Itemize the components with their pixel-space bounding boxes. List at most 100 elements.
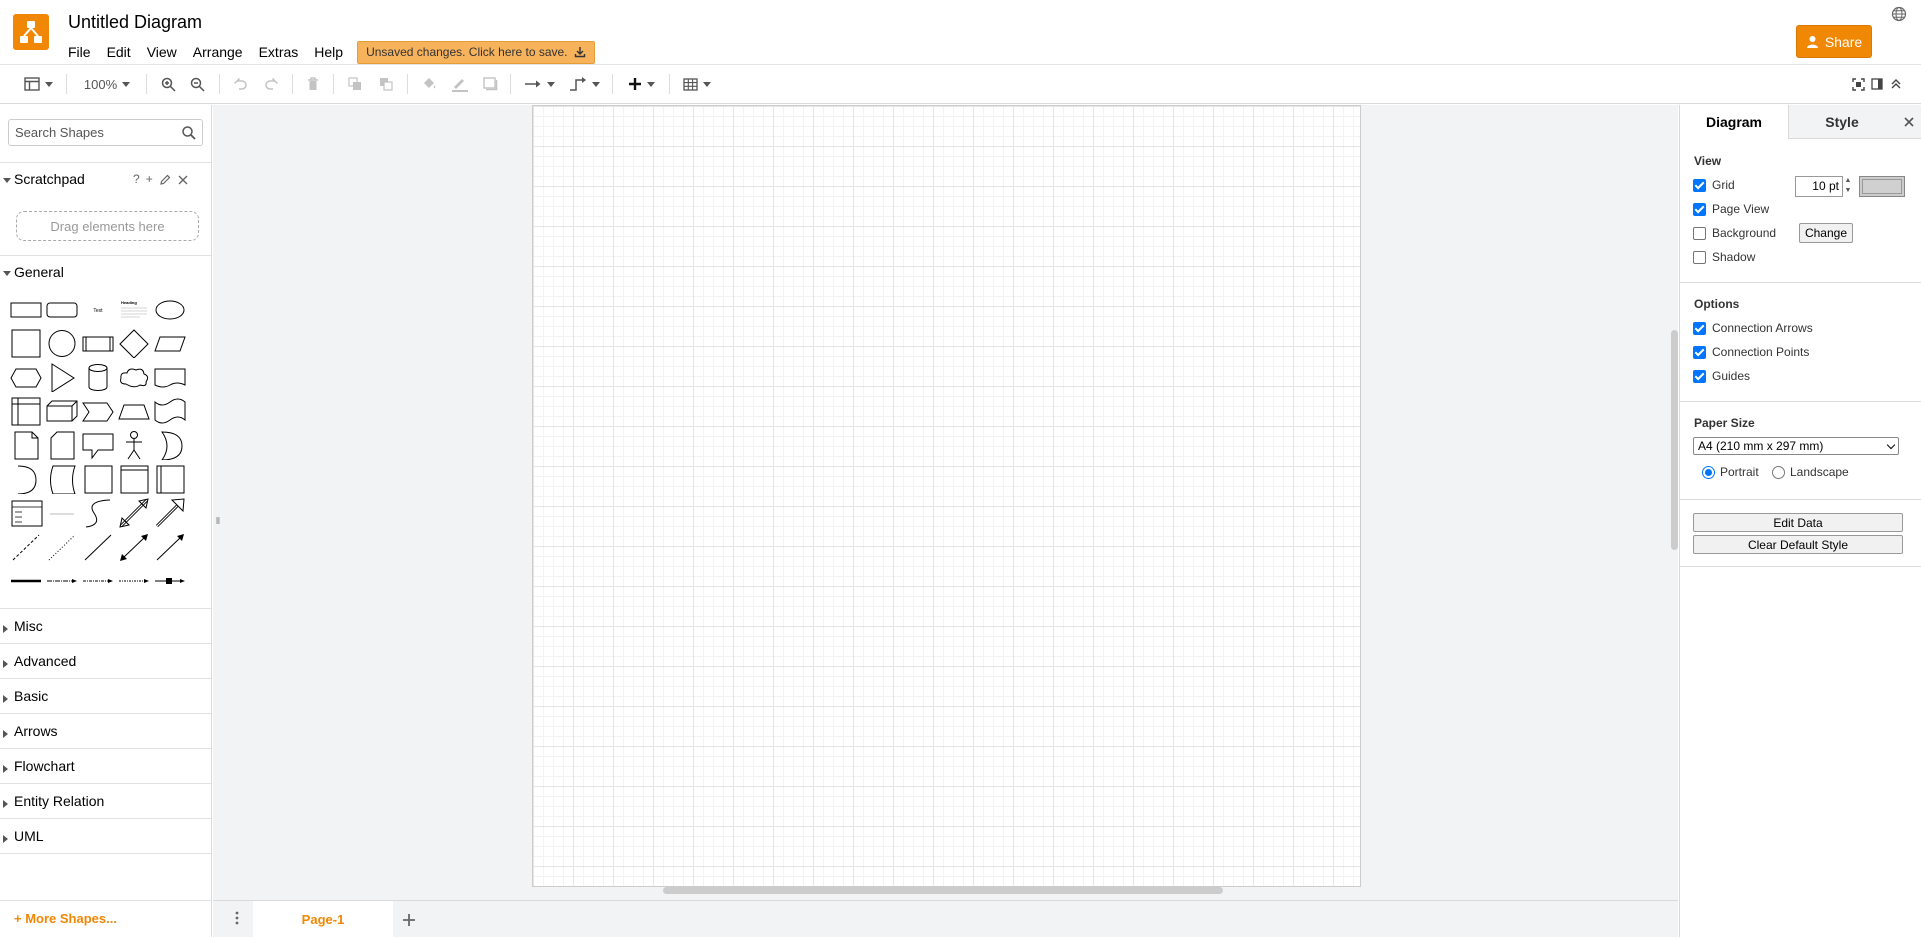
globe-icon[interactable] bbox=[1891, 6, 1907, 22]
fullscreen-button[interactable] bbox=[1850, 73, 1866, 95]
to-back-button[interactable] bbox=[376, 73, 396, 95]
flowchart-toggle-icon[interactable] bbox=[3, 765, 8, 773]
list-shape[interactable] bbox=[8, 498, 44, 528]
horizontal-scrollbar[interactable] bbox=[663, 887, 1223, 894]
share-button[interactable]: Share bbox=[1796, 25, 1872, 58]
connection-arrows-option[interactable]: Connection Arrows bbox=[1693, 321, 1813, 335]
paper-size-select[interactable]: A4 (210 mm x 297 mm) bbox=[1693, 437, 1899, 455]
scratchpad-add-icon[interactable]: + bbox=[146, 172, 153, 186]
note-shape[interactable] bbox=[8, 430, 44, 460]
data-storage-shape[interactable] bbox=[44, 464, 80, 494]
grid-checkbox[interactable] bbox=[1693, 178, 1706, 192]
directional-connector-shape[interactable] bbox=[152, 532, 188, 562]
horizontal-container-shape[interactable] bbox=[152, 464, 188, 494]
bidirectional-arrow-shape[interactable] bbox=[116, 498, 152, 528]
landscape-option[interactable]: Landscape bbox=[1772, 465, 1849, 479]
actor-shape[interactable] bbox=[116, 430, 152, 460]
background-option[interactable]: Background bbox=[1693, 226, 1776, 240]
diagram-canvas[interactable] bbox=[213, 105, 1678, 900]
delete-button[interactable] bbox=[303, 73, 323, 95]
dotted-line-shape[interactable] bbox=[44, 532, 80, 562]
fill-color-button[interactable] bbox=[419, 73, 439, 95]
page-tab[interactable]: Page-1 bbox=[253, 901, 393, 938]
entity-relation-toggle-icon[interactable] bbox=[3, 800, 8, 808]
tab-diagram[interactable]: Diagram bbox=[1680, 105, 1788, 139]
page-view-option[interactable]: Page View bbox=[1693, 202, 1769, 216]
shadow-checkbox[interactable] bbox=[1693, 250, 1706, 264]
redo-button[interactable] bbox=[261, 73, 281, 95]
scratchpad-toggle-icon[interactable] bbox=[3, 178, 11, 183]
format-panel-toggle[interactable] bbox=[1869, 73, 1885, 95]
tape-shape[interactable] bbox=[152, 396, 188, 426]
vertical-scrollbar[interactable] bbox=[1671, 330, 1678, 550]
zoom-out-button[interactable] bbox=[187, 73, 207, 95]
app-logo[interactable] bbox=[13, 14, 49, 50]
diamond-shape[interactable] bbox=[116, 328, 152, 358]
trapezoid-shape[interactable] bbox=[116, 396, 152, 426]
to-front-button[interactable] bbox=[345, 73, 365, 95]
container-shape[interactable] bbox=[80, 464, 116, 494]
advanced-toggle-icon[interactable] bbox=[3, 660, 8, 668]
document-title[interactable]: Untitled Diagram bbox=[68, 12, 202, 33]
section-uml[interactable]: UML bbox=[14, 828, 44, 844]
section-arrows[interactable]: Arrows bbox=[14, 723, 58, 739]
section-misc[interactable]: Misc bbox=[14, 618, 43, 634]
unsaved-changes-button[interactable]: Unsaved changes. Click here to save. bbox=[357, 40, 595, 64]
scratchpad-drop-zone[interactable]: Drag elements here bbox=[16, 211, 199, 241]
arrow-shape[interactable] bbox=[152, 498, 188, 528]
scratchpad-close-icon[interactable] bbox=[177, 174, 189, 186]
square-shape[interactable] bbox=[8, 328, 44, 358]
ellipse-shape[interactable] bbox=[152, 294, 188, 324]
basic-toggle-icon[interactable] bbox=[3, 695, 8, 703]
clear-default-style-button[interactable]: Clear Default Style bbox=[1693, 535, 1903, 554]
connection-points-option[interactable]: Connection Points bbox=[1693, 345, 1809, 359]
menu-file[interactable]: File bbox=[60, 41, 99, 63]
line-color-button[interactable] bbox=[449, 73, 471, 95]
portrait-option[interactable]: Portrait bbox=[1702, 465, 1759, 479]
scratchpad-help-icon[interactable]: ? bbox=[133, 172, 140, 186]
connector-with-label-shape[interactable] bbox=[44, 566, 80, 596]
document-shape[interactable] bbox=[152, 362, 188, 392]
section-advanced[interactable]: Advanced bbox=[14, 653, 76, 669]
delay-shape[interactable] bbox=[8, 464, 44, 494]
grid-option[interactable]: Grid bbox=[1693, 178, 1735, 192]
menu-edit[interactable]: Edit bbox=[99, 41, 139, 63]
add-page-icon[interactable] bbox=[402, 913, 416, 927]
view-panels-button[interactable] bbox=[20, 73, 56, 95]
connection-style-button[interactable] bbox=[522, 73, 556, 95]
internal-storage-shape[interactable] bbox=[8, 396, 44, 426]
zoom-dropdown[interactable]: 100% bbox=[80, 73, 134, 95]
scratchpad-edit-icon[interactable] bbox=[159, 174, 171, 186]
callout-shape[interactable] bbox=[80, 430, 116, 460]
zoom-in-button[interactable] bbox=[158, 73, 178, 95]
background-checkbox[interactable] bbox=[1693, 226, 1706, 240]
menu-arrange[interactable]: Arrange bbox=[185, 41, 251, 63]
bidirectional-connector-shape[interactable] bbox=[116, 532, 152, 562]
process-shape[interactable] bbox=[80, 328, 116, 358]
insert-button[interactable] bbox=[624, 73, 658, 95]
menu-help[interactable]: Help bbox=[306, 41, 351, 63]
rectangle-shape[interactable] bbox=[8, 294, 44, 324]
portrait-radio[interactable] bbox=[1702, 465, 1715, 479]
curve-shape[interactable] bbox=[80, 498, 116, 528]
table-button[interactable] bbox=[680, 73, 714, 95]
rounded-rectangle-shape[interactable] bbox=[44, 294, 80, 324]
section-basic[interactable]: Basic bbox=[14, 688, 48, 704]
menu-view[interactable]: View bbox=[139, 41, 185, 63]
parallelogram-shape[interactable] bbox=[152, 328, 188, 358]
or-shape[interactable] bbox=[152, 430, 188, 460]
connection-points-checkbox[interactable] bbox=[1693, 345, 1706, 359]
diagram-page[interactable] bbox=[532, 105, 1361, 887]
dashed-line-shape[interactable] bbox=[8, 532, 44, 562]
card-shape[interactable] bbox=[44, 430, 80, 460]
connector-with-2-labels-shape[interactable] bbox=[80, 566, 116, 596]
grid-size-input[interactable]: 10 pt bbox=[1795, 176, 1843, 197]
cylinder-shape[interactable] bbox=[80, 362, 116, 392]
section-entity-relation[interactable]: Entity Relation bbox=[14, 793, 104, 809]
list-item-shape[interactable] bbox=[44, 498, 80, 528]
general-section-title[interactable]: General bbox=[14, 264, 64, 280]
section-flowchart[interactable]: Flowchart bbox=[14, 758, 75, 774]
connector-with-3-labels-shape[interactable] bbox=[116, 566, 152, 596]
change-background-button[interactable]: Change bbox=[1799, 223, 1853, 243]
search-shapes-input[interactable] bbox=[15, 125, 175, 140]
